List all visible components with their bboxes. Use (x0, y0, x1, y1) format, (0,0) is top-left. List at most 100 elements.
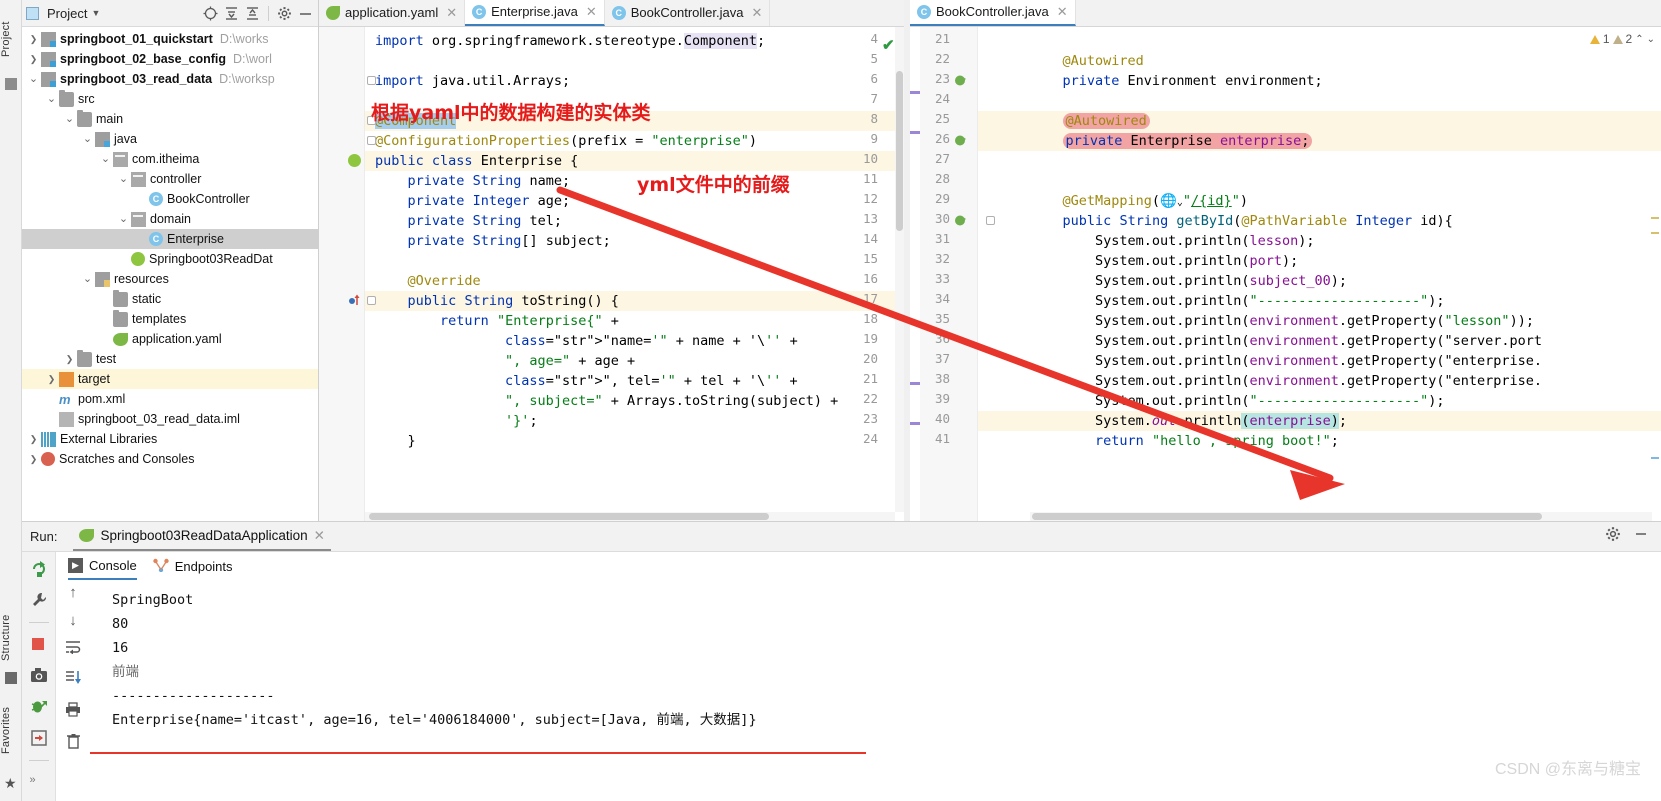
code-line[interactable]: System.out.println(environment.getProper… (1030, 311, 1534, 331)
console-output-area[interactable]: ↑ ↓ SpringBoot 80 16 前端 --------------------… (56, 580, 1661, 801)
down-arrow-icon[interactable]: ↓ (69, 612, 77, 629)
rail-button-favorites[interactable]: Favorites (0, 690, 22, 770)
chevron-down-icon[interactable]: ⌄ (62, 113, 77, 125)
code-line[interactable]: @GetMapping(🌐⌄"/{id}") (1030, 191, 1248, 213)
spring-autowired-gutter-icon[interactable] (954, 134, 967, 147)
tree-node-springboot-03-read-data-iml[interactable]: springboot_03_read_data.iml (22, 409, 318, 429)
chevron-down-icon[interactable]: ⌄ (116, 173, 131, 185)
left-tab-enterprise-java[interactable]: C Enterprise.java ✕ (465, 0, 605, 26)
tree-node-controller[interactable]: ⌄ controller (22, 169, 318, 189)
chevron-down-icon[interactable]: ⌄ (44, 93, 59, 105)
code-line[interactable]: System.out.println(environment.getProper… (1030, 331, 1542, 351)
tab-close-icon[interactable]: ✕ (586, 4, 597, 20)
right-tab-bookcontroller-java[interactable]: C BookController.java ✕ (910, 0, 1076, 26)
chevron-down-icon[interactable]: ⌄ (116, 213, 131, 225)
code-line[interactable]: private Environment environment; (1030, 71, 1323, 91)
code-line[interactable]: class="str">"name='" + name + '\'' + (375, 331, 798, 351)
code-line[interactable]: System.out.println(lesson); (1030, 231, 1314, 251)
chevron-right-icon[interactable]: ❯ (26, 34, 41, 45)
tree-node-application-yaml[interactable]: application.yaml (22, 329, 318, 349)
tree-node-external-libraries[interactable]: ❯ External Libraries (22, 429, 318, 449)
spring-bean-gutter-icon[interactable] (348, 154, 361, 167)
print-icon[interactable] (65, 702, 81, 722)
tree-node-scratches-and-consoles[interactable]: ❯ Scratches and Consoles (22, 449, 318, 469)
rail-structure-icon[interactable] (5, 672, 17, 684)
code-line[interactable]: return "Enterprise{" + (375, 311, 619, 331)
left-tab-application-yaml[interactable]: application.yaml ✕ (319, 0, 466, 26)
project-tree[interactable]: ❯ springboot_01_quickstart D:\works ❯ spring… (22, 27, 318, 469)
code-line[interactable]: @Override (375, 271, 481, 291)
minimize-icon-run[interactable] (1633, 526, 1649, 547)
console-side-toolbar[interactable]: ↑ ↓ (56, 580, 90, 801)
run-toolbar[interactable]: » (22, 552, 56, 801)
editor-bookcontroller-java[interactable]: 21 22 @Autowired 23 private Environment en… (910, 27, 1661, 521)
tree-node-springboot-03-read-data[interactable]: ⌄ springboot_03_read_data D:\worksp (22, 69, 318, 89)
tab-close-icon[interactable]: ✕ (751, 5, 762, 21)
code-line[interactable]: private Integer age; (375, 191, 571, 211)
tree-node-java[interactable]: ⌄ java (22, 129, 318, 149)
gear-icon-run[interactable] (1605, 526, 1621, 547)
code-fold-marker[interactable] (986, 216, 995, 225)
code-line[interactable]: import java.util.Arrays; (375, 71, 570, 91)
camera-icon[interactable] (30, 667, 48, 685)
left-tab-bookcontroller-java[interactable]: C BookController.java ✕ (605, 0, 771, 26)
code-fold-marker[interactable] (367, 296, 376, 305)
scrollbar-thumb-h[interactable] (1032, 513, 1542, 520)
tab-close-icon[interactable]: ✕ (1057, 4, 1068, 20)
override-gutter-icon[interactable] (348, 294, 361, 307)
chevron-right-icon[interactable]: ❯ (26, 434, 41, 445)
export-icon[interactable] (30, 729, 48, 747)
tree-node-test[interactable]: ❯ test (22, 349, 318, 369)
rail-folder-icon[interactable] (5, 78, 17, 90)
code-line[interactable]: return "hello , spring boot!"; (1030, 431, 1339, 451)
code-line[interactable]: '}'; (375, 411, 538, 431)
soft-wrap-icon[interactable] (65, 640, 81, 659)
code-line[interactable]: System.out.println(environment.getProper… (1030, 371, 1542, 391)
tree-node-static[interactable]: static (22, 289, 318, 309)
close-icon[interactable]: ✕ (314, 528, 325, 544)
code-line[interactable]: private Enterprise enterprise; (1030, 131, 1313, 151)
code-line[interactable]: private String name; (375, 171, 571, 191)
tree-node-enterprise[interactable]: C Enterprise (22, 229, 318, 249)
spring-autowired-gutter-icon[interactable] (954, 74, 967, 87)
code-line[interactable]: System.out.println(environment.getProper… (1030, 351, 1542, 371)
chevron-right-icon[interactable]: ❯ (44, 374, 59, 385)
tree-node-target[interactable]: ❯ target (22, 369, 318, 389)
chevron-down-icon[interactable]: ⌄ (80, 273, 95, 285)
tree-node-main[interactable]: ⌄ main (22, 109, 318, 129)
editor-tabbar-left[interactable]: application.yaml ✕ C Enterprise.java ✕ C BookC… (319, 0, 904, 27)
editor-left-hscrollbar[interactable] (365, 512, 895, 521)
code-line[interactable]: private String tel; (375, 211, 562, 231)
code-line[interactable]: @Autowired (1030, 51, 1144, 71)
overflow-icon[interactable]: » (30, 774, 48, 792)
chevron-down-icon-inspect[interactable]: ⌄ (1647, 34, 1655, 45)
locate-icon[interactable] (202, 5, 219, 22)
editor-left-vscrollbar[interactable] (895, 27, 904, 512)
tree-node-springboot03readdat[interactable]: Springboot03ReadDat (22, 249, 318, 269)
rail-button-structure[interactable]: Structure (0, 600, 22, 676)
tree-node-src[interactable]: ⌄ src (22, 89, 318, 109)
chevron-right-icon[interactable]: ❯ (26, 54, 41, 65)
tree-node-resources[interactable]: ⌄ resources (22, 269, 318, 289)
tree-node-pom-xml[interactable]: m pom.xml (22, 389, 318, 409)
tab-close-icon[interactable]: ✕ (446, 5, 457, 21)
scrollbar-thumb-h[interactable] (369, 513, 769, 520)
chevron-up-icon[interactable]: ⌃ (1635, 34, 1643, 45)
spring-autowired-gutter-icon[interactable] (954, 214, 967, 227)
collapse-all-icon[interactable] (244, 5, 261, 22)
code-line[interactable]: } (375, 431, 416, 451)
tab-endpoints[interactable]: Endpoints (153, 553, 233, 580)
tree-node-domain[interactable]: ⌄ domain (22, 209, 318, 229)
chevron-down-icon[interactable]: ▼ (91, 8, 100, 18)
wrench-icon[interactable] (30, 591, 48, 609)
scroll-to-end-icon[interactable] (65, 670, 81, 691)
code-line[interactable]: System.out.println("--------------------… (1030, 291, 1445, 311)
code-line[interactable]: import org.springframework.stereotype.Co… (375, 31, 765, 51)
run-configuration-tab[interactable]: Springboot03ReadDataApplication ✕ (73, 522, 331, 551)
editor-right-hscrollbar[interactable] (1030, 512, 1652, 521)
code-line[interactable]: ", subject=" + Arrays.toString(subject) … (375, 391, 838, 411)
scrollbar-thumb[interactable] (896, 71, 903, 231)
tree-node-com-itheima[interactable]: ⌄ com.itheima (22, 149, 318, 169)
inspection-widget[interactable]: 1 2 ⌃ ⌄ (1589, 32, 1655, 46)
tree-node-bookcontroller[interactable]: C BookController (22, 189, 318, 209)
